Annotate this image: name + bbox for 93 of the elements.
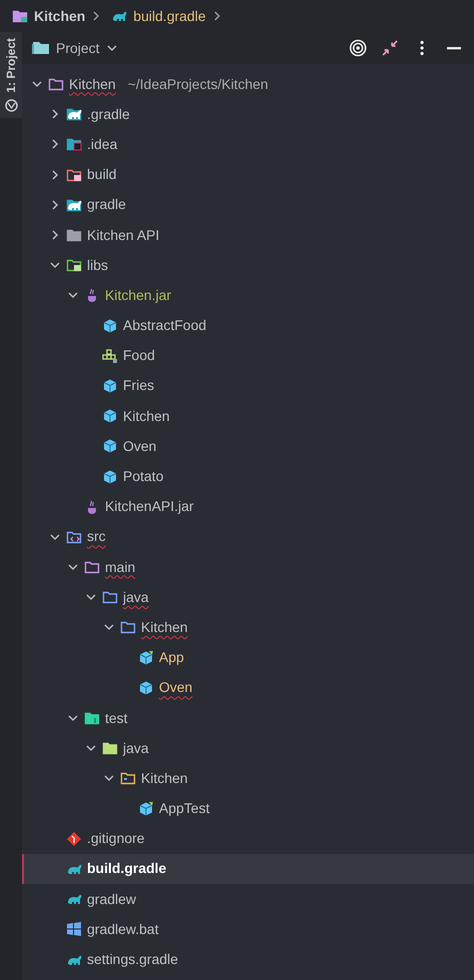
item-label: Potato (123, 467, 164, 486)
tree-row[interactable]: Oven (22, 431, 474, 462)
tree-row[interactable]: AppTest (22, 794, 474, 824)
tree-row[interactable]: java (22, 582, 474, 612)
gradle-folder-icon (66, 106, 82, 122)
tree-row[interactable]: Kitchen (22, 612, 474, 643)
test-folder-icon (84, 710, 100, 726)
item-label: main (105, 558, 136, 577)
item-label: java (123, 738, 149, 758)
item-label: gradle (87, 195, 126, 214)
tree-row[interactable]: App (22, 642, 474, 673)
tree-row[interactable]: test (22, 702, 474, 734)
item-label: AppTest (159, 799, 210, 818)
breadcrumb[interactable]: Kitchen (8, 8, 86, 24)
item-label: .gitignore (87, 829, 145, 848)
package-icon (120, 770, 136, 786)
class-icon (102, 408, 118, 424)
item-label: Food (123, 346, 155, 366)
library-folder-icon (66, 257, 82, 274)
item-label: build (87, 165, 117, 184)
chevron-icon (212, 11, 222, 21)
tree-row[interactable]: Kitchen (22, 401, 474, 432)
tree-row[interactable]: AbstractFood (22, 310, 474, 341)
tree-row[interactable]: src (22, 522, 474, 552)
item-label: Oven (159, 678, 192, 698)
tree-row[interactable]: Food (22, 340, 474, 371)
item-label: gradlew.bat (87, 920, 159, 939)
item-label: KitchenAPI.jar (105, 497, 194, 516)
class-icon (102, 468, 118, 485)
class-icon (138, 800, 154, 817)
tree-row[interactable]: libs (22, 250, 474, 280)
item-label: AbstractFood (123, 316, 206, 336)
tree-row[interactable]: Fries (22, 370, 474, 402)
tree-row[interactable]: gradlew (22, 884, 474, 914)
class-icon (138, 650, 154, 666)
chevron-icon (91, 11, 102, 21)
interface-icon (102, 348, 118, 364)
tree-row[interactable]: .gitignore (22, 824, 474, 854)
git-icon (66, 830, 82, 847)
folder-icon (120, 619, 136, 636)
item-label: libs (87, 256, 108, 275)
class-icon (102, 438, 118, 454)
tree-row[interactable]: build.gradle (22, 854, 474, 884)
tree-row[interactable]: main (22, 552, 474, 582)
project-tool-tab[interactable]: 1: Project (0, 32, 22, 118)
path-hint: ~/IdeaProjects/Kitchen (128, 76, 268, 92)
tree-row[interactable]: Kitchen.jar (22, 280, 474, 310)
item-label: settings.gradle (87, 950, 178, 970)
locate-icon[interactable] (348, 38, 368, 58)
tree-row[interactable]: settings.gradle (22, 944, 474, 975)
tree-row[interactable]: .gradle (22, 99, 474, 130)
collapse-all-icon[interactable] (380, 38, 400, 58)
item-label: Oven (123, 436, 156, 456)
item-label: Kitchen.jar (105, 286, 172, 305)
tree-row[interactable]: Kitchen ~/IdeaProjects/Kitchen (22, 69, 474, 100)
folder-icon (48, 76, 64, 92)
folder-icon (66, 227, 82, 244)
folder-icon (84, 559, 100, 576)
item-label: Kitchen API (87, 226, 160, 245)
folder-icon (102, 589, 118, 606)
item-label: Kitchen (141, 768, 188, 788)
item-label: .gradle (87, 104, 130, 124)
class-icon (102, 318, 118, 334)
tree-row[interactable]: Kitchen (22, 763, 474, 794)
tree-row[interactable]: .idea (22, 129, 474, 160)
module-folder-icon (12, 8, 28, 24)
item-label: build.gradle (87, 859, 166, 878)
tree-row[interactable]: gradle (22, 190, 474, 220)
tree-row[interactable]: KitchenAPI.jar (22, 492, 474, 522)
project-view-dropdown[interactable]: Project (32, 40, 118, 56)
item-label: Kitchen (69, 74, 116, 94)
idea-folder-icon (66, 136, 82, 152)
tree-row[interactable]: java (22, 733, 474, 764)
class-icon (102, 378, 118, 394)
tree-row[interactable]: Potato (22, 461, 474, 492)
item-label: src (87, 527, 106, 546)
item-label: .idea (87, 134, 118, 154)
class-icon (138, 680, 154, 696)
tree-row[interactable]: Kitchen API (22, 220, 474, 250)
item-label: App (159, 648, 184, 668)
folder-icon (102, 740, 118, 756)
item-label: Kitchen (141, 618, 188, 637)
item-label: gradlew (87, 890, 136, 909)
item-label: test (105, 708, 128, 728)
item-label: java (123, 588, 149, 607)
tree-row[interactable]: Oven (22, 672, 474, 703)
windows-icon (66, 921, 82, 938)
item-label: Fries (123, 376, 154, 396)
tree-row[interactable]: gradlew.bat (22, 914, 474, 944)
folder-icon (32, 40, 50, 56)
breadcrumb[interactable]: build.gradle (107, 8, 206, 24)
tree-row[interactable]: build (22, 160, 474, 190)
item-label: Kitchen (123, 406, 170, 426)
